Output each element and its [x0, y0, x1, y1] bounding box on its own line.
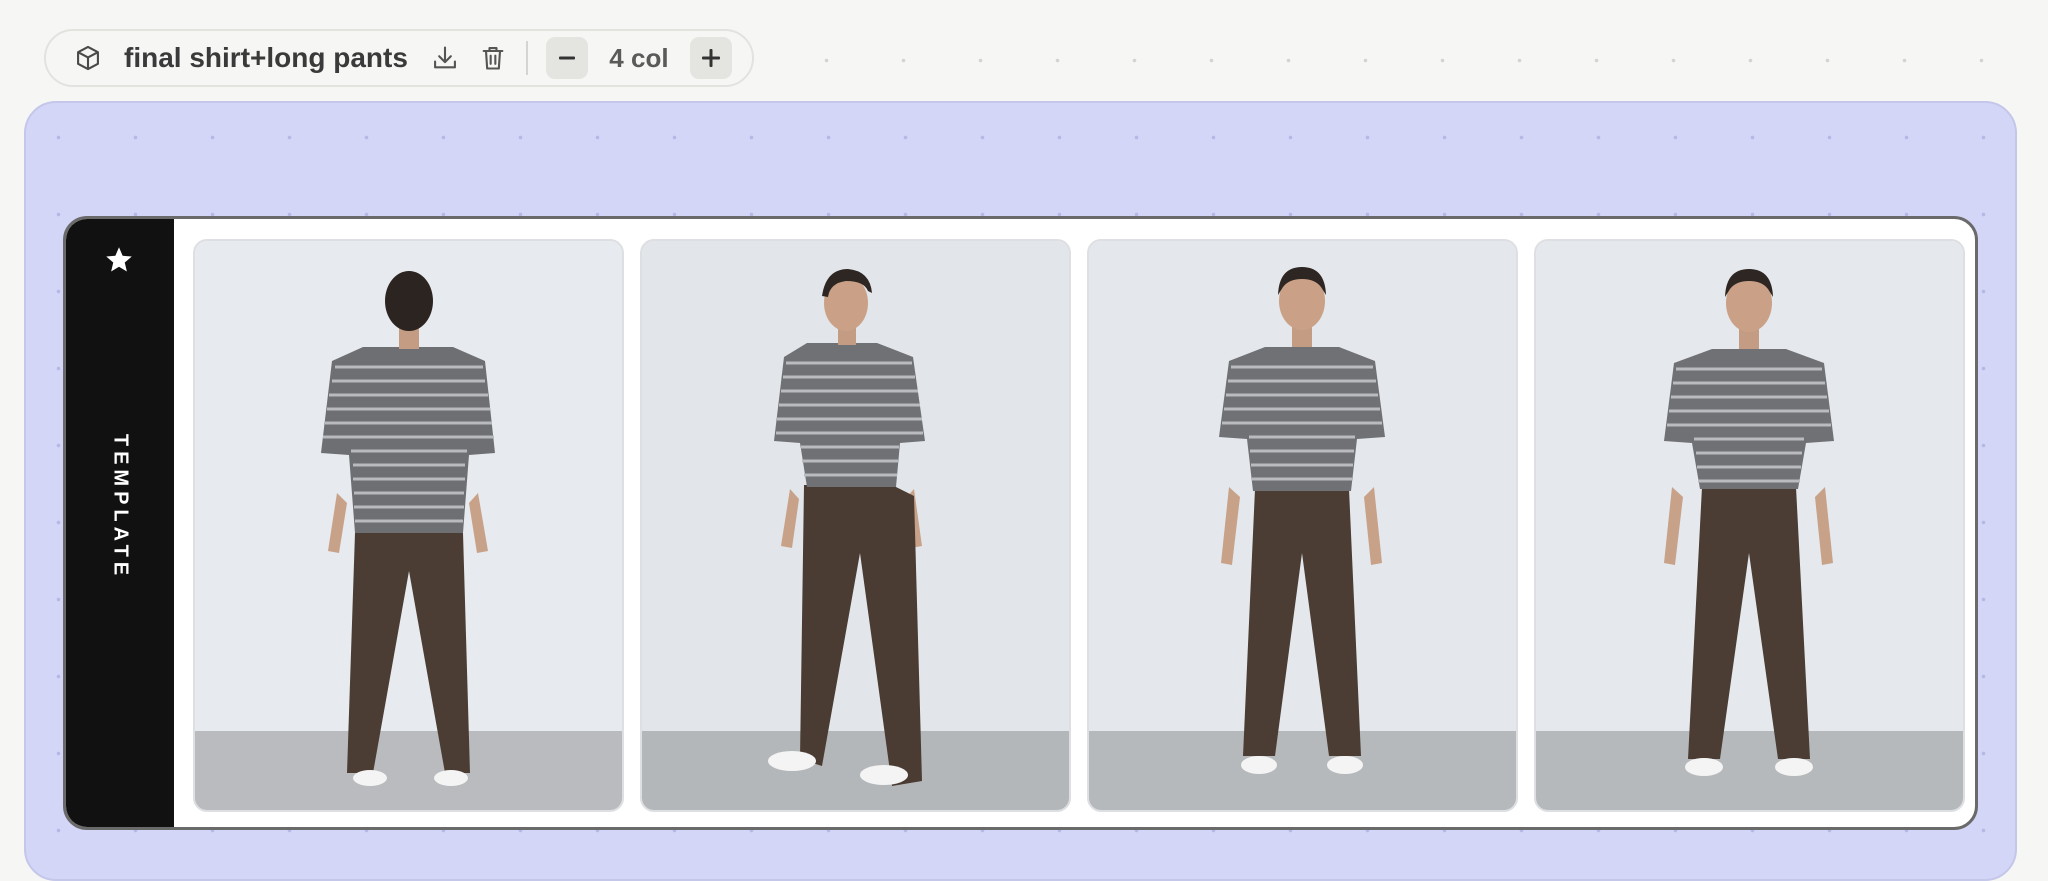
increase-columns-button[interactable]	[689, 37, 732, 79]
column-count: 4 col	[609, 42, 669, 73]
decrease-columns-button[interactable]	[545, 37, 588, 79]
template-side-strip: TEMPLATE	[66, 219, 174, 827]
minus-icon	[558, 56, 575, 60]
template-card[interactable]: TEMPLATE	[63, 216, 1978, 830]
photo-tile[interactable]	[193, 239, 624, 812]
download-icon[interactable]	[428, 41, 462, 75]
board-toolbar: final shirt+long pants 4 col	[44, 29, 754, 87]
toolbar-divider	[525, 41, 528, 75]
star-icon	[104, 245, 134, 280]
trash-icon[interactable]	[476, 41, 510, 75]
photo-tile[interactable]	[1087, 239, 1518, 812]
photo-tile[interactable]	[1534, 239, 1965, 812]
template-label: TEMPLATE	[109, 433, 132, 581]
plus-icon	[701, 49, 720, 67]
photo-tile[interactable]	[640, 239, 1071, 812]
cube-icon	[74, 44, 102, 72]
board-title[interactable]: final shirt+long pants	[124, 42, 408, 74]
